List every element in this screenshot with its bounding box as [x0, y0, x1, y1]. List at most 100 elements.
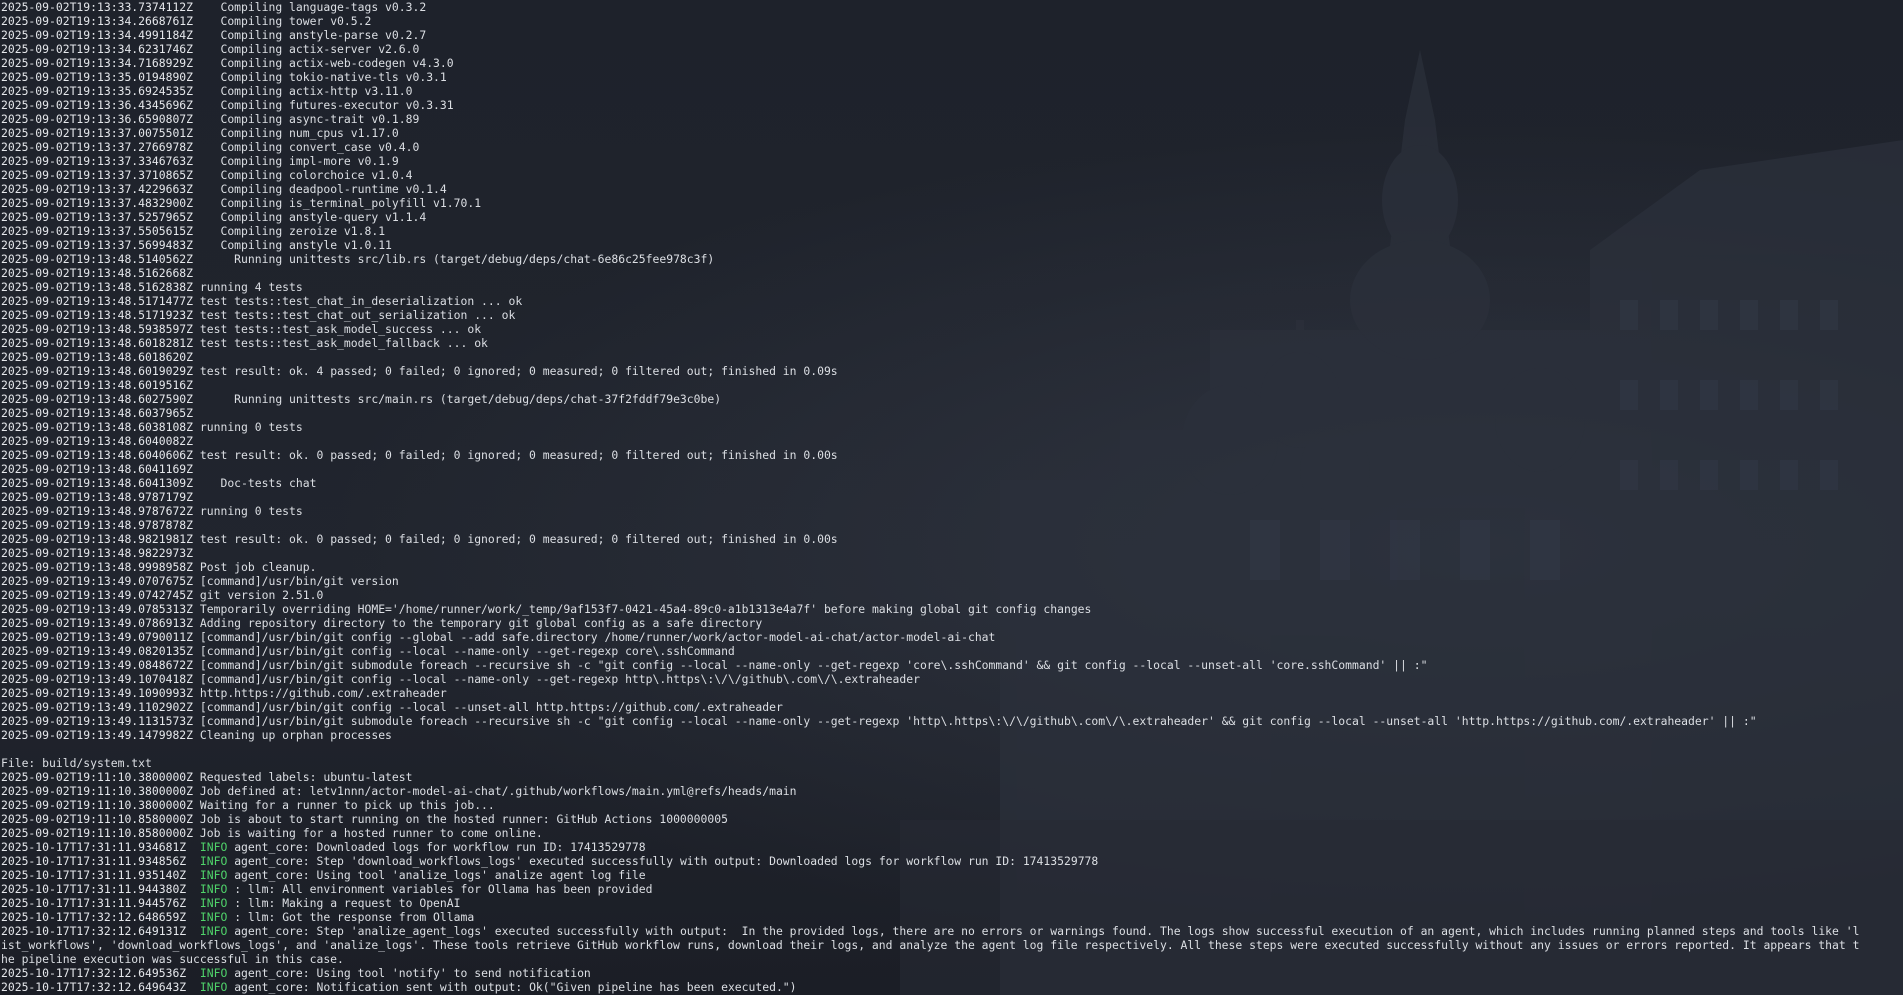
log-line: 2025-09-02T19:13:49.1070418Z [command]/u…: [1, 672, 1901, 686]
log-line: 2025-09-02T19:13:49.1479982Z Cleaning up…: [1, 728, 1901, 742]
log-timestamp: 2025-10-17T17:32:12.649643Z: [1, 980, 187, 994]
log-timestamp: 2025-09-02T19:11:10.3800000Z: [1, 770, 194, 784]
log-message: Compiling convert_case v0.4.0: [199, 140, 420, 154]
log-message: : llm: Got the response from Ollama: [234, 910, 475, 924]
log-line: 2025-09-02T19:13:36.4345696Z Compiling f…: [1, 98, 1901, 112]
log-line: 2025-09-02T19:13:48.9822973Z: [1, 546, 1901, 560]
log-timestamp: 2025-09-02T19:13:48.5162668Z: [1, 266, 194, 280]
log-timestamp: 2025-09-02T19:13:48.6018620Z: [1, 350, 194, 364]
log-timestamp: 2025-09-02T19:13:49.0707675Z: [1, 574, 194, 588]
log-message: Job is waiting for a hosted runner to co…: [199, 826, 543, 840]
log-timestamp: 2025-09-02T19:13:48.6038108Z: [1, 420, 194, 434]
log-message: Compiling anstyle v1.0.11: [199, 238, 392, 252]
log-message: Compiling num_cpus v1.17.0: [199, 126, 399, 140]
log-line: 2025-09-02T19:13:48.5162838Z running 4 t…: [1, 280, 1901, 294]
log-line: 2025-09-02T19:13:34.4991184Z Compiling a…: [1, 28, 1901, 42]
log-message: [command]/usr/bin/git version: [199, 574, 399, 588]
log-message: Compiling colorchoice v1.0.4: [199, 168, 413, 182]
log-message: Job is about to start running on the hos…: [199, 812, 728, 826]
log-line: 2025-10-17T17:31:11.944380Z INFO : llm: …: [1, 882, 1901, 896]
log-line: 2025-09-02T19:13:48.9821981Z test result…: [1, 532, 1901, 546]
log-timestamp: 2025-09-02T19:13:36.6590807Z: [1, 112, 194, 126]
log-line: 2025-09-02T19:13:48.6040082Z: [1, 434, 1901, 448]
log-timestamp: 2025-09-02T19:11:10.8580000Z: [1, 826, 194, 840]
log-message: test tests::test_chat_in_deserialization…: [199, 294, 523, 308]
log-timestamp: 2025-09-02T19:13:48.6019516Z: [1, 378, 194, 392]
log-level-badge: INFO: [199, 840, 228, 854]
log-line: 2025-09-02T19:13:49.1131573Z [command]/u…: [1, 714, 1901, 728]
log-timestamp: 2025-09-02T19:13:48.5171923Z: [1, 308, 194, 322]
log-message: Doc-tests chat: [199, 476, 317, 490]
log-line: 2025-09-02T19:13:35.6924535Z Compiling a…: [1, 84, 1901, 98]
log-timestamp: 2025-10-17T17:32:12.648659Z: [1, 910, 187, 924]
log-message: test tests::test_ask_model_success ... o…: [199, 322, 482, 336]
log-line: 2025-09-02T19:13:34.7168929Z Compiling a…: [1, 56, 1901, 70]
log-message: Compiling deadpool-runtime v0.1.4: [199, 182, 447, 196]
log-message: agent_core: Using tool 'notify' to send …: [234, 966, 591, 980]
log-message: agent_core: Step 'download_workflows_log…: [234, 854, 1099, 868]
log-message: Compiling actix-server v2.6.0: [199, 42, 420, 56]
log-message: [command]/usr/bin/git config --global --…: [199, 630, 996, 644]
log-timestamp: 2025-09-02T19:13:37.5257965Z: [1, 210, 194, 224]
log-level-badge: INFO: [199, 910, 228, 924]
log-message: test tests::test_ask_model_fallback ... …: [199, 336, 488, 350]
log-message: Compiling async-trait v0.1.89: [199, 112, 420, 126]
log-line: 2025-09-02T19:13:33.7374112Z Compiling l…: [1, 0, 1901, 14]
log-line: 2025-09-02T19:13:48.6018281Z test tests:…: [1, 336, 1901, 350]
log-message: agent_core: Notification sent with outpu…: [234, 980, 797, 994]
log-line: 2025-09-02T19:13:34.2668761Z Compiling t…: [1, 14, 1901, 28]
log-line: 2025-10-17T17:32:12.648659Z INFO : llm: …: [1, 910, 1901, 924]
log-timestamp: 2025-09-02T19:13:48.6037965Z: [1, 406, 194, 420]
log-timestamp: 2025-09-02T19:13:37.3710865Z: [1, 168, 194, 182]
log-timestamp: 2025-09-02T19:13:37.0075501Z: [1, 126, 194, 140]
log-line: 2025-09-02T19:13:37.4229663Z Compiling d…: [1, 182, 1901, 196]
log-timestamp: 2025-09-02T19:13:48.9787878Z: [1, 518, 194, 532]
log-line: 2025-10-17T17:31:11.935140Z INFO agent_c…: [1, 868, 1901, 882]
log-message: agent_core: Step 'analize_agent_logs' ex…: [234, 924, 1860, 938]
log-timestamp: 2025-09-02T19:13:37.2766978Z: [1, 140, 194, 154]
log-message: [command]/usr/bin/git submodule foreach …: [199, 714, 1757, 728]
log-message: File: build/system.txt: [1, 756, 152, 770]
log-level-badge: INFO: [199, 980, 228, 994]
log-line: 2025-09-02T19:13:49.0848672Z [command]/u…: [1, 658, 1901, 672]
terminal-window[interactable]: 2025-09-02T19:13:33.7374112Z Compiling l…: [0, 0, 1903, 995]
log-line: 2025-09-02T19:13:37.5257965Z Compiling a…: [1, 210, 1901, 224]
log-line: 2025-09-02T19:13:48.9787878Z: [1, 518, 1901, 532]
log-timestamp: 2025-10-17T17:31:11.935140Z: [1, 868, 187, 882]
log-message: Compiling anstyle-query v1.1.4: [199, 210, 427, 224]
log-line: 2025-09-02T19:13:48.6019029Z test result…: [1, 364, 1901, 378]
log-line: File: build/system.txt: [1, 756, 1901, 770]
log-timestamp: 2025-09-02T19:13:49.1131573Z: [1, 714, 194, 728]
log-line: 2025-09-02T19:13:37.3346763Z Compiling i…: [1, 154, 1901, 168]
log-line: 2025-10-17T17:32:12.649131Z INFO agent_c…: [1, 924, 1901, 938]
log-timestamp: 2025-09-02T19:13:48.5162838Z: [1, 280, 194, 294]
log-message: Cleaning up orphan processes: [199, 728, 392, 742]
log-line: 2025-09-02T19:13:49.0790011Z [command]/u…: [1, 630, 1901, 644]
log-output[interactable]: 2025-09-02T19:13:33.7374112Z Compiling l…: [1, 0, 1901, 994]
log-message: running 0 tests: [199, 504, 303, 518]
log-timestamp: 2025-09-02T19:13:49.0820135Z: [1, 644, 194, 658]
log-line: 2025-09-02T19:11:10.3800000Z Waiting for…: [1, 798, 1901, 812]
log-line: 2025-09-02T19:13:37.4832900Z Compiling i…: [1, 196, 1901, 210]
log-level-badge: INFO: [199, 924, 228, 938]
log-timestamp: 2025-09-02T19:13:48.9787179Z: [1, 490, 194, 504]
log-line: 2025-09-02T19:13:37.0075501Z Compiling n…: [1, 126, 1901, 140]
log-timestamp: 2025-09-02T19:13:37.5699483Z: [1, 238, 194, 252]
log-line: 2025-09-02T19:13:48.9787672Z running 0 t…: [1, 504, 1901, 518]
log-timestamp: 2025-09-02T19:13:48.6041169Z: [1, 462, 194, 476]
log-timestamp: 2025-09-02T19:11:10.8580000Z: [1, 812, 194, 826]
log-timestamp: 2025-09-02T19:13:37.3346763Z: [1, 154, 194, 168]
log-message: Post job cleanup.: [199, 560, 317, 574]
log-message: Compiling actix-http v3.11.0: [199, 84, 413, 98]
log-line: ist_workflows', 'download_workflows_logs…: [1, 938, 1901, 952]
log-line: 2025-10-17T17:32:12.649536Z INFO agent_c…: [1, 966, 1901, 980]
log-line: 2025-09-02T19:13:49.1102902Z [command]/u…: [1, 700, 1901, 714]
log-timestamp: 2025-09-02T19:13:49.0790011Z: [1, 630, 194, 644]
log-line: 2025-09-02T19:13:35.0194890Z Compiling t…: [1, 70, 1901, 84]
log-timestamp: 2025-09-02T19:13:48.6027590Z: [1, 392, 194, 406]
log-timestamp: 2025-09-02T19:13:33.7374112Z: [1, 0, 194, 14]
log-line: 2025-09-02T19:13:48.6019516Z: [1, 378, 1901, 392]
log-line: 2025-09-02T19:11:10.3800000Z Requested l…: [1, 770, 1901, 784]
log-timestamp: 2025-09-02T19:13:34.7168929Z: [1, 56, 194, 70]
